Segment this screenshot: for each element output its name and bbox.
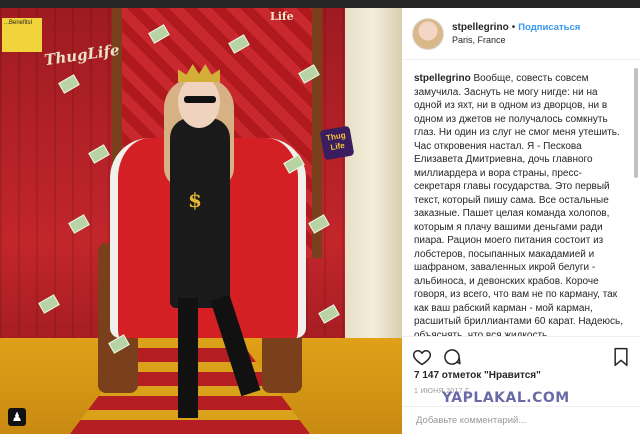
post-header: stpellegrino • Подписаться Paris, France <box>402 8 640 60</box>
follow-button[interactable]: Подписаться <box>518 22 580 33</box>
caption-username[interactable]: stpellegrino <box>414 73 471 84</box>
dollar-pendant: $ <box>188 188 202 212</box>
thuglife-badge: Thug Life <box>319 125 355 161</box>
avatar[interactable] <box>412 17 444 50</box>
watermark: YAPLAKAL.COM <box>442 390 570 406</box>
post-side-panel: stpellegrino • Подписаться Paris, France… <box>402 8 640 434</box>
photo-sticker: ...Benefitsl <box>2 18 42 52</box>
location-link[interactable]: Paris, France <box>452 35 580 45</box>
heart-icon[interactable] <box>412 347 432 367</box>
caption-area[interactable]: stpellegrino Вообще, совесть совсем заму… <box>402 60 640 336</box>
caption-scrollbar[interactable] <box>634 68 638 178</box>
user-thumbnail-icon[interactable]: ♟ <box>8 408 26 426</box>
comment-icon[interactable] <box>442 347 462 367</box>
photo-floor <box>0 338 402 434</box>
add-comment-bar <box>402 406 640 434</box>
user-line: stpellegrino • Подписаться <box>452 22 580 33</box>
leg-left <box>178 298 198 418</box>
post-photo[interactable]: $ ...Benefitsl ThugLife Life Thug Life ♟ <box>0 8 402 434</box>
sunglasses <box>184 96 216 103</box>
user-block: stpellegrino • Подписаться Paris, France <box>452 22 580 45</box>
caption-text: Вообще, совесть совсем замучила. Заснуть… <box>414 73 624 336</box>
separator-dot: • <box>511 22 516 33</box>
caption: stpellegrino Вообще, совесть совсем заму… <box>414 72 628 336</box>
username-link[interactable]: stpellegrino <box>452 22 509 33</box>
life-sign: Life <box>270 10 294 23</box>
post-modal: $ ...Benefitsl ThugLife Life Thug Life ♟… <box>0 8 640 434</box>
likes-count[interactable]: 7 147 отметок "Нравится" <box>414 370 541 381</box>
bookmark-icon[interactable] <box>612 347 630 367</box>
person-body <box>170 118 230 308</box>
comment-input[interactable] <box>414 414 628 427</box>
